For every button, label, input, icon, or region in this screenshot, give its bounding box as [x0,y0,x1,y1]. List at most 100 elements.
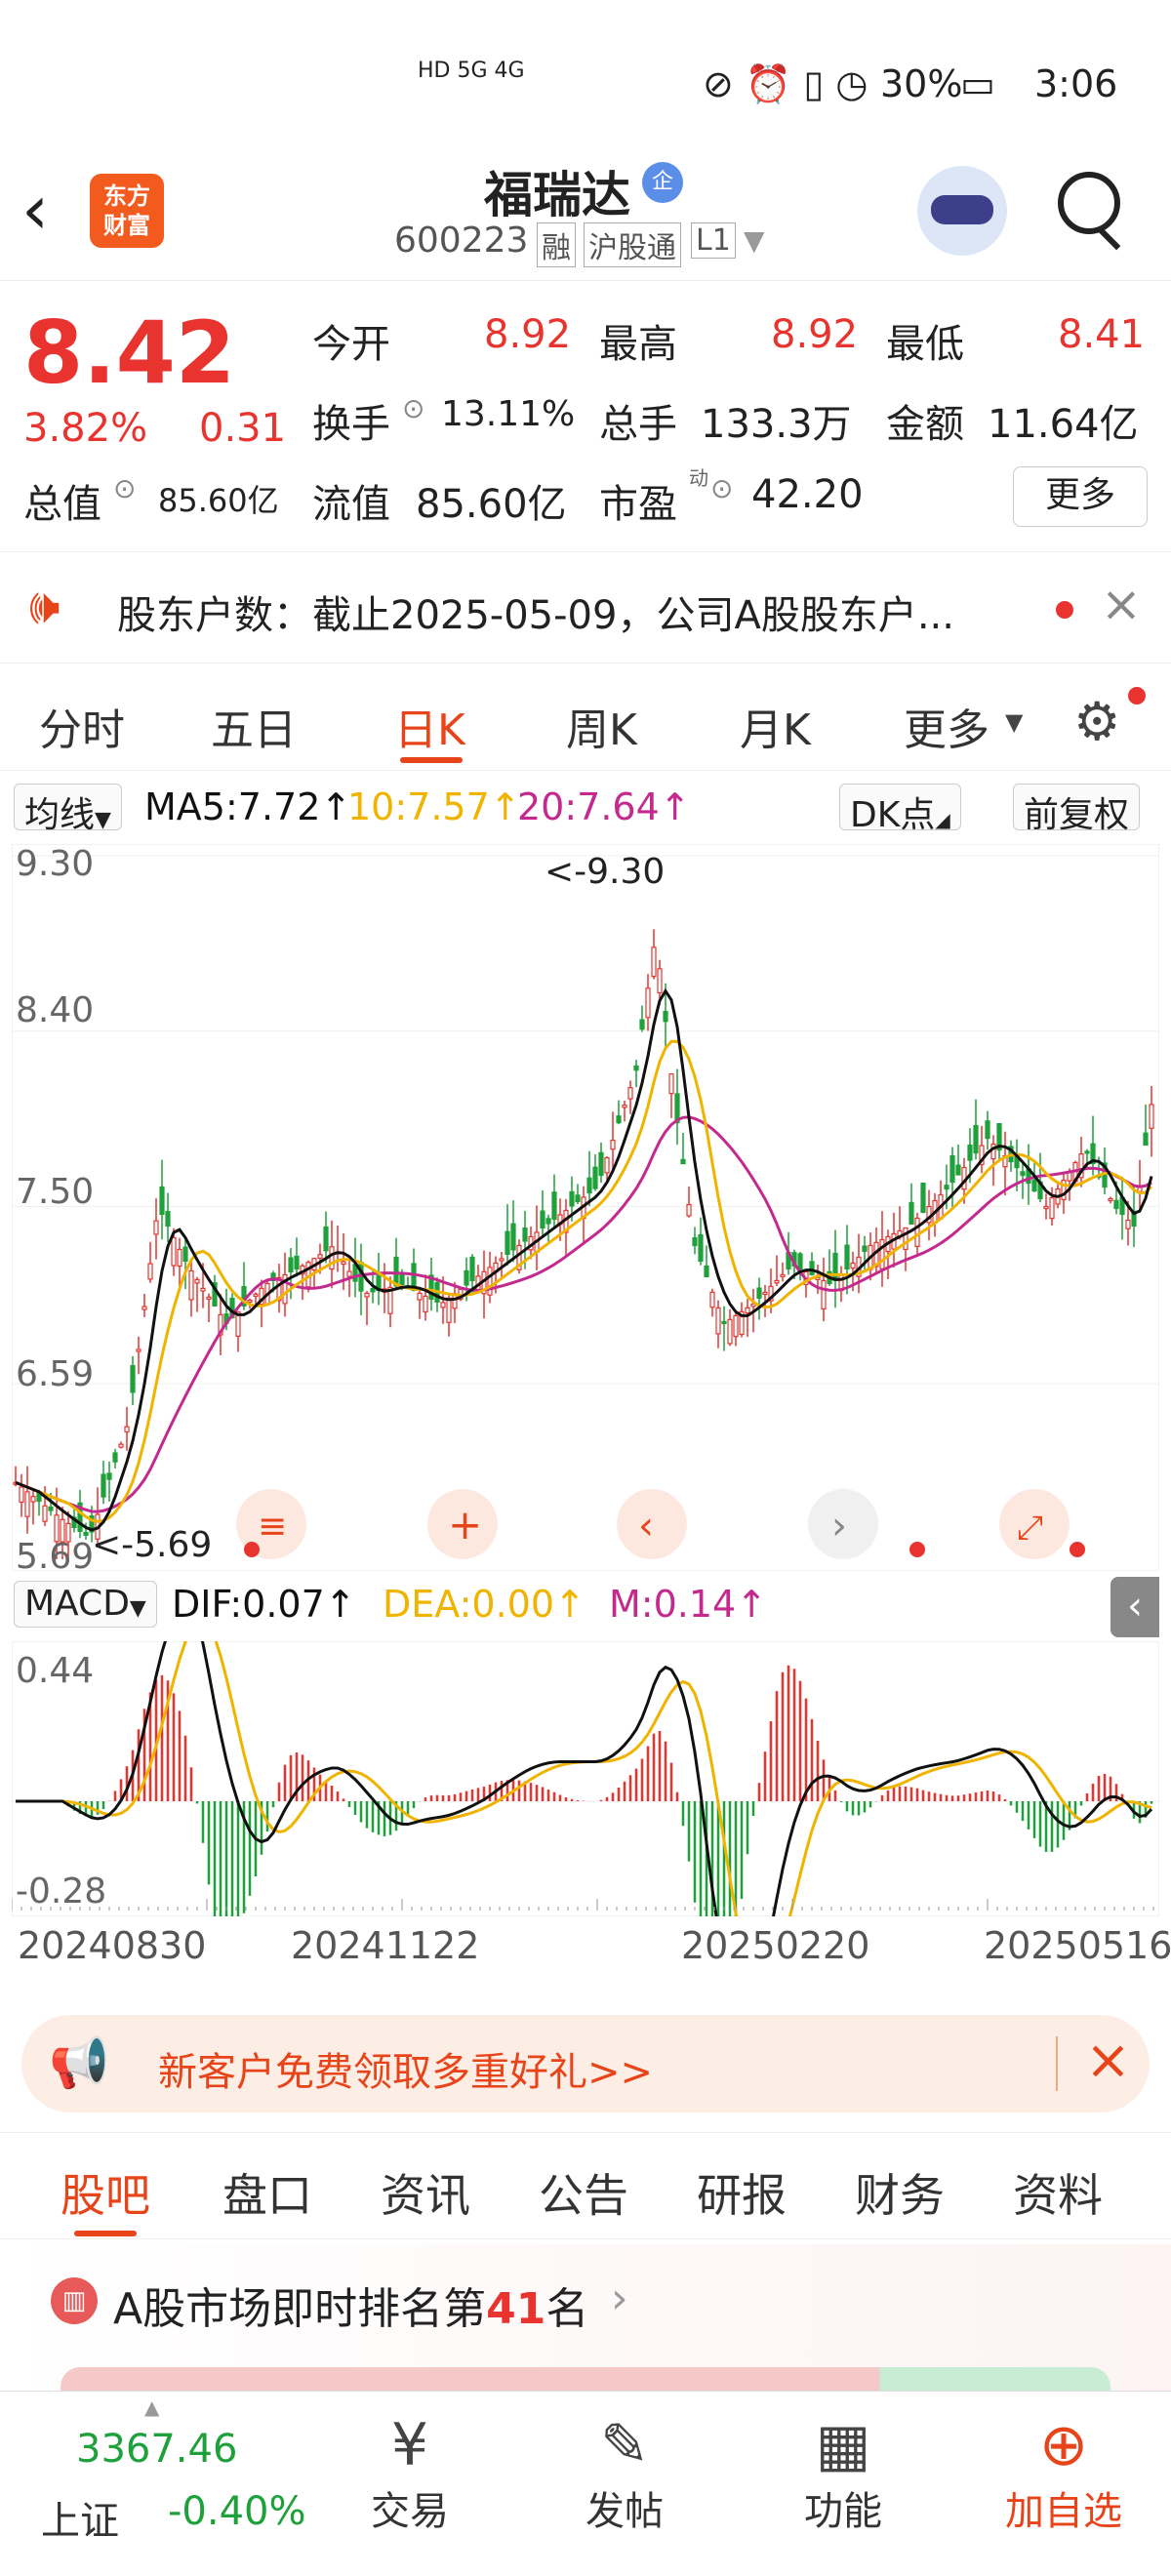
connect-tag: 沪股通 [584,222,681,267]
trade-button[interactable]: ¥ 交易 [351,2411,468,2536]
tab-finance[interactable]: 财务 [855,2160,945,2225]
change-percent: 3.82% [23,406,148,451]
indicator-select[interactable]: 均线▼ [14,784,122,835]
app-logo[interactable]: 东方 财富 [90,174,164,248]
close-icon[interactable]: × [1085,2029,1131,2092]
stock-code: 600223 [394,221,529,261]
date-label: 20250220 [681,1924,870,1967]
candle-body [118,1443,124,1448]
robot-avatar-icon[interactable] [917,166,1007,256]
date-axis: 20240830 20241122 20250220 20250516 [0,1916,1171,1994]
tab-daily-k[interactable]: 日K [394,695,465,757]
candle-body [721,1320,727,1324]
stock-header: ‹ 东方 财富 福瑞达 企 600223 融 沪股通 L1 ▼ [0,156,1171,281]
promo-banner[interactable]: 📢 新客户免费领取多重好礼>> × [21,2015,1150,2113]
tab-profile[interactable]: 资料 [1013,2160,1103,2225]
tab-orderbook[interactable]: 盘口 [222,2160,312,2225]
chevron-down-icon[interactable]: ▼ [744,224,765,257]
chevron-down-icon[interactable]: ▼ [1005,708,1023,736]
info-icon[interactable]: ⊙ [113,472,136,504]
tab-five-day[interactable]: 五日 [211,695,297,757]
post-button[interactable]: ✎ 发帖 [566,2411,683,2536]
adjust-select[interactable]: 前复权 [1013,784,1141,835]
candle-body [850,1262,856,1269]
candle-body [704,1265,709,1278]
candle-body [633,1065,639,1071]
candle-body [499,1258,505,1262]
y-tick-2: 8.40 [16,990,94,1030]
candle-body [417,1292,423,1301]
y-tick-bottom: 5.69 [16,1537,94,1571]
tab-weekly-k[interactable]: 周K [566,695,637,757]
close-icon[interactable]: × [1101,576,1142,632]
candle-body [645,987,651,1019]
ma-bar: 均线▼ MA5:7.72↑ 10:7.57↑ 20:7.64↑ DK点◢ 前复权 [0,776,1171,844]
tab-announcements[interactable]: 公告 [539,2160,628,2225]
candle-body [141,1306,147,1310]
min-price-label: <-5.69 [92,1525,212,1565]
more-button[interactable]: 更多 [1013,466,1148,527]
info-icon[interactable]: ⊙ [710,472,733,504]
tab-more[interactable]: 更多 [904,695,989,757]
candle-body [136,1348,141,1352]
kline-chart[interactable]: 9.30 8.40 7.50 6.59 5.69 <-9.30 <-5.69 ≡… [12,844,1159,1571]
candle-body [622,1105,627,1108]
network-indicator: HD 5G 4G [418,59,525,83]
turnover-rate: 13.11% [441,394,576,434]
info-icon[interactable]: ⊙ [402,392,424,424]
candle-body [206,1296,212,1300]
candle-body [862,1245,868,1253]
margin-tag: 融 [537,222,576,267]
candle-body [1125,1219,1131,1229]
yen-icon: ¥ [390,2411,429,2479]
macd-chart[interactable]: 0.44 -0.28 [12,1641,1159,1916]
collapse-panel-icon[interactable]: ‹ [1110,1577,1159,1637]
candle-body [510,1223,516,1251]
active-tab-indicator [400,757,463,763]
candle-body [124,1426,130,1433]
gear-icon[interactable]: ⚙ [1073,691,1120,752]
candle-body [985,1120,990,1140]
candle-body [698,1233,704,1263]
candle-body [1149,1104,1154,1129]
index-name: 上证 [41,2499,119,2544]
tab-monthly-k[interactable]: 月K [740,695,811,757]
candle-body [639,1019,645,1030]
back-icon[interactable]: ‹ [21,170,49,250]
m-value: M:0.14↑ [609,1583,768,1626]
tab-intraday[interactable]: 分时 [39,695,125,757]
candle-body [464,1269,469,1286]
low-price: 8.41 [1058,312,1146,357]
search-icon[interactable] [1058,172,1120,234]
candle-body [967,1144,973,1161]
macd-select[interactable]: MACD▼ [14,1581,157,1628]
tab-guba[interactable]: 股吧 [61,2160,150,2225]
tab-research[interactable]: 研报 [697,2160,787,2225]
dk-point-select[interactable]: DK点◢ [839,784,961,835]
current-price: 8.42 [23,302,236,403]
index-change: -0.40% [168,2489,306,2534]
index-value: 3367.46 [76,2427,238,2472]
notice-bar[interactable]: 🕪 股东户数：截止2025-05-09，公司A股股东户... × [0,551,1171,664]
collapse-arrow-icon[interactable]: ▲ [144,2395,159,2419]
candle-body [1113,1199,1119,1210]
y-tick-3: 7.50 [16,1172,94,1212]
candle-body [253,1293,259,1297]
candle-body [106,1472,112,1480]
unread-dot [1056,601,1073,619]
y-tick-4: 6.59 [16,1354,94,1394]
add-watchlist-button[interactable]: ⊕ 加自选 [986,2411,1142,2536]
functions-button[interactable]: ▦ 功能 [785,2411,902,2536]
tab-news[interactable]: 资讯 [381,2160,470,2225]
candle-body [844,1244,850,1270]
candle-body [194,1278,200,1284]
enterprise-badge: 企 [642,162,683,203]
candle-body [727,1318,733,1345]
candle-body [370,1287,376,1293]
candle-body [171,1236,177,1267]
candle-body [955,1164,961,1176]
candle-body [540,1210,545,1229]
date-label: 20241122 [291,1924,480,1967]
battery-level: 30% [880,62,963,105]
market-rank-card[interactable]: ▥ A股市场即时排名第41名 › [0,2244,1171,2406]
